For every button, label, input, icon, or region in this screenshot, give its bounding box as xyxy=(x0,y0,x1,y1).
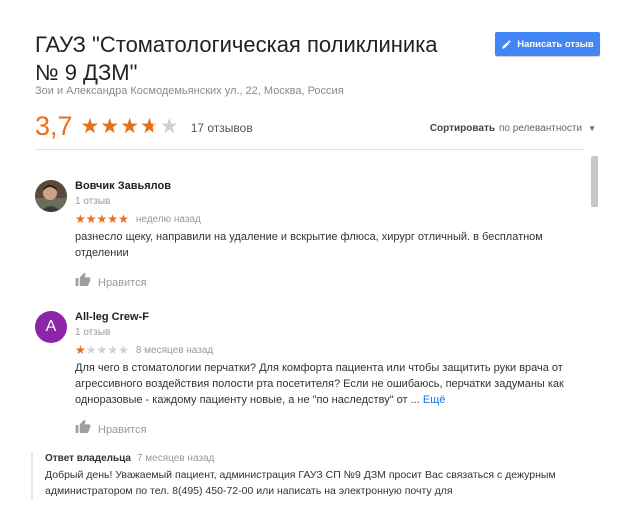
owner-reply-title: Ответ владельца xyxy=(45,453,131,464)
star-icon: ★★ xyxy=(107,343,119,357)
like-button[interactable]: Нравится xyxy=(75,272,575,293)
divider xyxy=(35,149,585,150)
star-icon: ★★ xyxy=(85,343,97,357)
review-item: Вовчик Завьялов 1 отзыв ★ ★ ★ ★ ★ ★ ★ ★ ★ ★ недел… xyxy=(35,180,575,290)
star-icon: ★★ xyxy=(85,212,97,226)
like-button[interactable]: Нравится xyxy=(75,419,575,440)
star-icon: ★★ xyxy=(118,343,129,357)
reviewer-name[interactable]: Вовчик Завьялов xyxy=(75,180,575,192)
star-icon: ★★ xyxy=(96,343,108,357)
review-stars: ★★★★★★★★★★ xyxy=(75,344,129,356)
more-link[interactable]: Ещё xyxy=(423,394,446,406)
avatar[interactable] xyxy=(35,180,67,212)
star-icon: ★★ xyxy=(118,212,129,226)
review-count[interactable]: 17 отзывов xyxy=(191,121,253,135)
review-text: Для чего в стоматологии перчатки? Для ко… xyxy=(75,360,575,408)
star-icon: ★★ xyxy=(75,343,86,357)
star-icon: ★★ xyxy=(140,114,159,138)
star-icon: ★★ xyxy=(96,212,108,226)
like-label: Нравится xyxy=(98,276,147,289)
place-title: ГАУЗ "Стоматологическая поликлиника № 9 … xyxy=(35,32,438,85)
star-icon: ★★ xyxy=(159,114,179,138)
reviewer-name[interactable]: All-leg Crew-F xyxy=(75,311,575,323)
review-date: 8 месяцев назад xyxy=(135,344,214,356)
review-date: неделю назад xyxy=(135,213,201,225)
sort-label: Сортировать xyxy=(429,123,496,134)
rating-summary: 3,7 ★★★★★★★★★★ 17 отзывов xyxy=(35,111,253,141)
pencil-icon xyxy=(501,39,512,50)
place-address: Зои и Александра Космодемьянских ул., 22… xyxy=(35,85,344,97)
thumbs-up-icon xyxy=(75,419,91,440)
avatar[interactable]: A xyxy=(35,311,67,343)
review-item: A All-leg Crew-F 1 отзыв ★★★★★★★★★★ 8 ме… xyxy=(35,311,575,441)
review-stars: ★★★★★★★★★★ xyxy=(75,213,129,225)
write-review-label: Написать отзыв xyxy=(517,38,594,50)
star-icon: ★★ xyxy=(80,114,100,138)
sort-value: по релевантности xyxy=(499,123,583,134)
owner-reply-date: 7 месяцев назад xyxy=(136,453,215,464)
like-label: Нравится xyxy=(98,423,147,436)
star-icon: ★★ xyxy=(120,114,140,138)
star-icon: ★★ xyxy=(100,114,120,138)
write-review-button[interactable]: Написать отзыв xyxy=(495,32,600,56)
reviewer-review-count: 1 отзыв xyxy=(75,196,111,207)
star-icon: ★★ xyxy=(107,212,119,226)
star-icon: ★★ xyxy=(75,212,86,226)
reviewer-review-count: 1 отзыв xyxy=(75,327,111,338)
sort-dropdown[interactable]: Сортировать по релевантности ▼ xyxy=(430,123,596,134)
review-text-body: Для чего в стоматологии перчатки? Для ко… xyxy=(75,362,564,406)
thumbs-up-icon xyxy=(75,272,91,293)
caret-down-icon: ▼ xyxy=(588,124,596,133)
owner-reply-text: Добрый день! Уважаемый пациент, админист… xyxy=(45,469,556,497)
scrollbar-thumb[interactable] xyxy=(591,156,598,207)
rating-stars: ★★★★★★★★★★ xyxy=(81,116,179,137)
avatar-letter: A xyxy=(45,318,57,335)
rating-value: 3,7 xyxy=(35,110,73,141)
owner-reply: Ответ владельца 7 месяцев назад Добрый д… xyxy=(31,453,605,499)
review-text: разнесло щеку, направили на удаление и в… xyxy=(75,231,543,259)
